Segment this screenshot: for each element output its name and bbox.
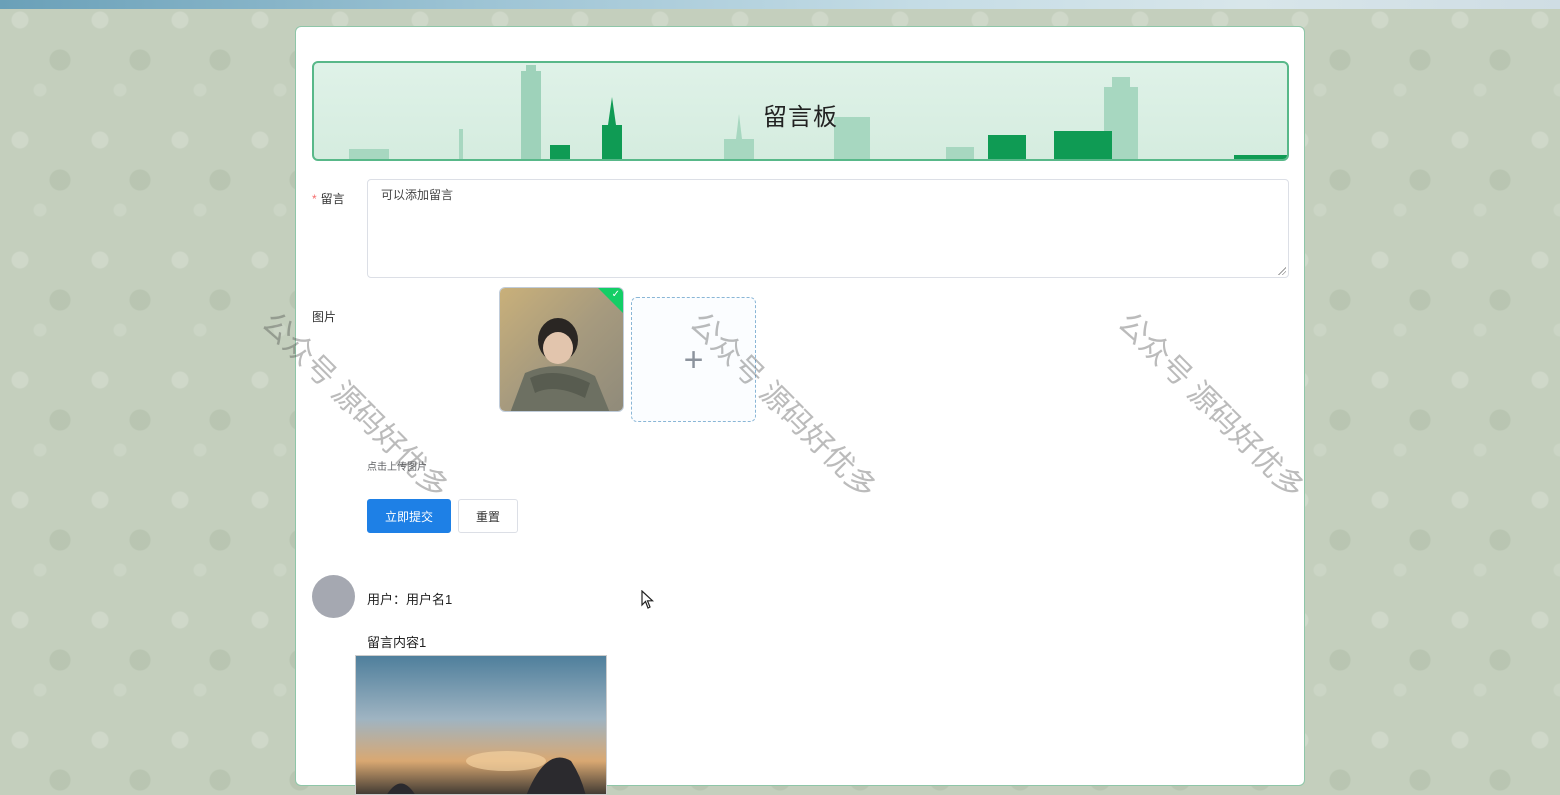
top-banner-strip (0, 0, 1560, 9)
avatar (312, 575, 355, 618)
image-upload-button[interactable]: + (631, 297, 756, 422)
plus-icon: + (683, 340, 704, 379)
required-asterisk: * (312, 192, 317, 206)
uploaded-photo (500, 288, 623, 411)
message-label: * 留言 (312, 190, 345, 207)
comment-user: 用户：用户名1 (367, 592, 453, 607)
submit-button[interactable]: 立即提交 (367, 499, 451, 533)
check-icon: ✓ (611, 289, 620, 300)
message-label-text: 留言 (320, 192, 345, 206)
image-label: 图片 (312, 310, 337, 324)
resize-handle-icon[interactable] (1278, 267, 1286, 275)
comment-photo (356, 656, 606, 794)
message-textarea[interactable]: 可以添加留言 (367, 179, 1289, 278)
mouse-pointer-icon (641, 590, 655, 609)
comment-content: 留言内容1 (367, 635, 427, 650)
upload-tip: 点击上传图片 (367, 462, 427, 473)
reset-button[interactable]: 重置 (458, 499, 518, 533)
comment-image (355, 655, 607, 795)
page-title: 留言板 (763, 104, 838, 131)
message-board-card: 留言板 * 留言 可以添加留言 图片 ✓ + 点击上传图片 立即提交 重置 用户… (295, 26, 1305, 795)
message-textarea-value: 可以添加留言 (381, 188, 454, 202)
banner: 留言板 (312, 61, 1289, 161)
uploaded-image-thumbnail[interactable]: ✓ (499, 287, 624, 412)
